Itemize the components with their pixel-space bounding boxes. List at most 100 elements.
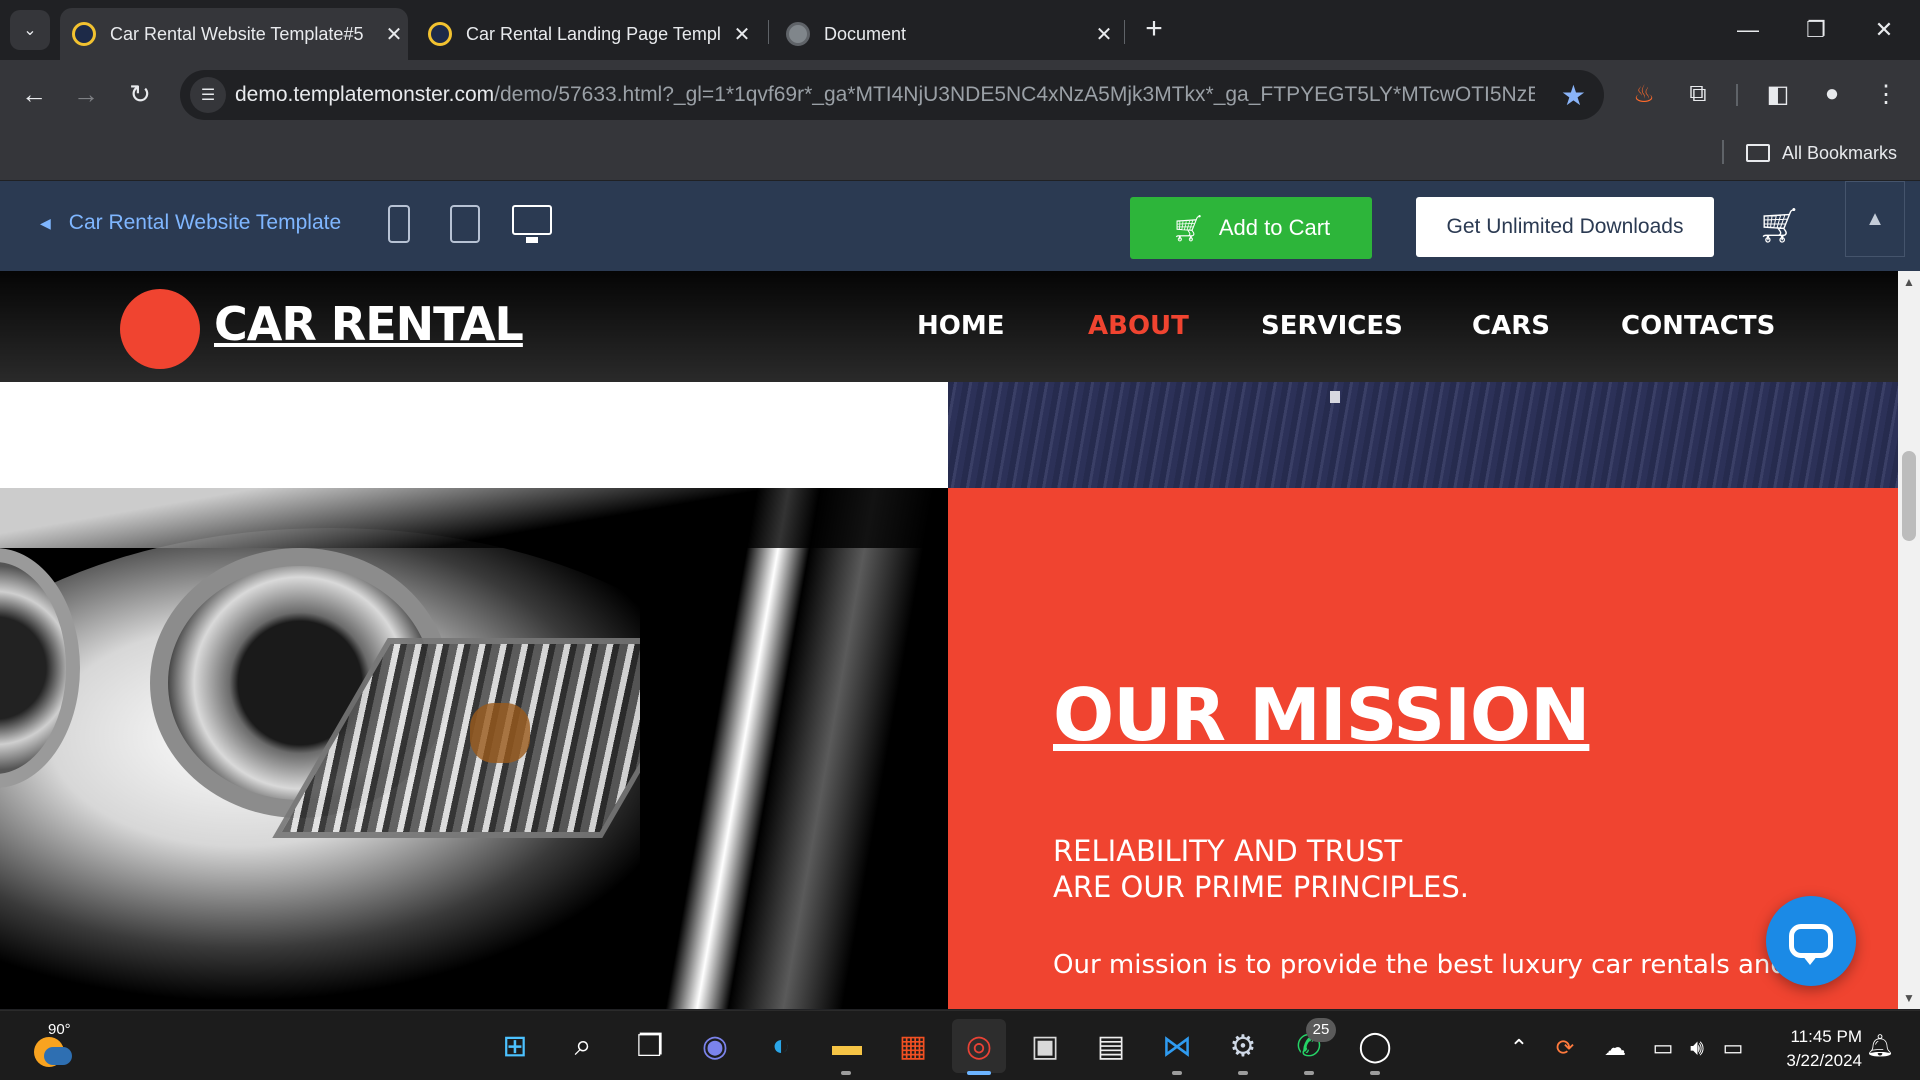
running-indicator bbox=[841, 1071, 851, 1075]
nav-cars[interactable]: CARS bbox=[1472, 311, 1550, 341]
close-window-icon[interactable]: ✕ bbox=[1850, 0, 1918, 60]
live-chat-button[interactable] bbox=[1766, 896, 1856, 986]
tab-strip: ⌄ Car Rental Website Template#5 ✕ Car Re… bbox=[0, 0, 1920, 60]
phone-view-icon[interactable] bbox=[388, 205, 410, 243]
restore-icon[interactable]: ❐ bbox=[1782, 0, 1850, 60]
shopping-cart-icon[interactable]: 🛒︎ bbox=[1756, 203, 1802, 249]
weather-temp: 90° bbox=[48, 1021, 71, 1038]
tab-title: Document bbox=[824, 23, 907, 44]
bookmark-star-icon[interactable]: ★ bbox=[1561, 79, 1586, 112]
system-clock[interactable]: 11:45 PM 3/22/2024 bbox=[1766, 1025, 1862, 1073]
car-headlight-photo bbox=[0, 488, 948, 1009]
amber-indicator bbox=[470, 703, 530, 763]
all-bookmarks-label: All Bookmarks bbox=[1782, 142, 1898, 163]
scroll-thumb[interactable] bbox=[1902, 451, 1916, 541]
nav-home[interactable]: HOME bbox=[917, 311, 1005, 341]
mission-subheading: RELIABILITY AND TRUST ARE OUR PRIME PRIN… bbox=[1053, 833, 1469, 905]
mission-subheading-line1: RELIABILITY AND TRUST bbox=[1053, 834, 1403, 868]
chevron-up-icon[interactable]: ⌃ bbox=[1504, 1033, 1534, 1063]
mission-subheading-line2: ARE OUR PRIME PRINCIPLES. bbox=[1053, 870, 1469, 904]
file-explorer-icon[interactable]: ▬ bbox=[820, 1019, 874, 1073]
url-path: /demo/57633.html?_gl=1*1qvf69r*_ga*MTI4N… bbox=[494, 83, 1535, 106]
chat-icon bbox=[1789, 924, 1833, 965]
clock-date: 3/22/2024 bbox=[1786, 1051, 1862, 1070]
flame-extension-icon[interactable]: ♨ bbox=[1624, 74, 1664, 114]
network-icon[interactable]: ▭ bbox=[1648, 1033, 1678, 1063]
site-logo[interactable]: CAR RENTAL bbox=[214, 297, 524, 351]
chrome-icon[interactable]: ◎ bbox=[952, 1019, 1006, 1073]
volume-icon[interactable]: 🔊︎ bbox=[1682, 1033, 1712, 1063]
mission-section: OUR MISSION RELIABILITY AND TRUST ARE OU… bbox=[948, 488, 1898, 1009]
running-indicator bbox=[1304, 1071, 1314, 1075]
nav-contacts[interactable]: CONTACTS bbox=[1621, 311, 1775, 341]
nav-services[interactable]: SERVICES bbox=[1261, 311, 1403, 341]
extensions-puzzle-icon[interactable]: ⧉ bbox=[1678, 74, 1718, 114]
notification-bell-icon[interactable]: 🔔︎ bbox=[1866, 1033, 1894, 1059]
bookmarks-bar: All Bookmarks bbox=[0, 128, 1920, 180]
url-text[interactable]: demo.templatemonster.com/demo/57633.html… bbox=[235, 83, 1535, 107]
car-top-sheen bbox=[0, 488, 948, 548]
nav-about[interactable]: ABOUT bbox=[1088, 311, 1189, 341]
cart-icon: 🛒︎ bbox=[1171, 212, 1205, 243]
forward-arrow-icon[interactable]: → bbox=[66, 74, 106, 114]
back-to-template-link[interactable]: ◀ Car Rental Website Template bbox=[40, 211, 341, 235]
tab-divider bbox=[1124, 20, 1125, 44]
close-icon[interactable]: ✕ bbox=[728, 22, 756, 47]
sync-icon[interactable]: ⟳ bbox=[1550, 1033, 1580, 1063]
site-info-icon[interactable]: ☰ bbox=[190, 77, 226, 113]
page-scrollbar[interactable]: ▲ ▼ bbox=[1898, 271, 1920, 1009]
templatemonster-favicon-icon bbox=[428, 22, 452, 46]
battery-icon[interactable]: ▭ bbox=[1718, 1033, 1748, 1063]
tab-title: Car Rental Website Template#5 bbox=[110, 23, 364, 44]
onedrive-cloud-icon[interactable]: ☁ bbox=[1600, 1033, 1630, 1063]
close-icon[interactable]: ✕ bbox=[380, 22, 408, 47]
tablet-view-icon[interactable] bbox=[450, 205, 480, 243]
vscode-icon[interactable]: ⋈ bbox=[1150, 1019, 1204, 1073]
fifa-game-icon[interactable]: ▤ bbox=[1084, 1019, 1138, 1073]
edge-icon[interactable]: ◐ bbox=[754, 1019, 808, 1073]
clock-time: 11:45 PM bbox=[1790, 1027, 1862, 1046]
scroll-up-arrow-icon[interactable]: ▲ bbox=[1898, 271, 1920, 293]
profile-avatar-icon[interactable]: ● bbox=[1812, 74, 1852, 114]
tab-document[interactable]: Document ✕ bbox=[774, 8, 1118, 60]
reload-icon[interactable]: ↻ bbox=[120, 74, 160, 114]
weather-widget[interactable]: 90° bbox=[30, 1021, 82, 1073]
desktop-view-icon[interactable] bbox=[512, 205, 552, 235]
windows-start-icon[interactable]: ⊞ bbox=[488, 1019, 542, 1073]
address-bar[interactable]: ☰ demo.templatemonster.com/demo/57633.ht… bbox=[180, 70, 1604, 120]
side-panel-icon[interactable]: ◧ bbox=[1758, 74, 1798, 114]
mission-body-text: Our mission is to provide the best luxur… bbox=[1053, 950, 1787, 980]
pes-game-icon[interactable]: ▣ bbox=[1018, 1019, 1072, 1073]
url-host: demo.templatemonster.com bbox=[235, 83, 495, 106]
task-view-icon[interactable]: ❐ bbox=[623, 1019, 677, 1073]
tab-title: Car Rental Landing Page Templ bbox=[466, 23, 721, 44]
suit-photo bbox=[948, 382, 1898, 488]
teams-chat-icon[interactable]: ◉ bbox=[688, 1019, 742, 1073]
all-bookmarks-button[interactable]: All Bookmarks bbox=[1746, 138, 1897, 168]
minimize-icon[interactable]: — bbox=[1714, 0, 1782, 60]
tab-car-rental-template[interactable]: Car Rental Website Template#5 ✕ bbox=[60, 8, 408, 60]
globe-icon bbox=[786, 22, 810, 46]
car-sheen bbox=[640, 488, 940, 1009]
kebab-menu-icon[interactable]: ⋮ bbox=[1866, 74, 1906, 114]
collapse-up-icon[interactable]: ▲ bbox=[1845, 181, 1905, 257]
running-indicator bbox=[1238, 1071, 1248, 1075]
templatemonster-favicon-icon bbox=[72, 22, 96, 46]
microsoft-store-icon[interactable]: ▦ bbox=[886, 1019, 940, 1073]
close-icon[interactable]: ✕ bbox=[1090, 22, 1118, 47]
back-arrow-icon[interactable]: ← bbox=[14, 74, 54, 114]
add-to-cart-button[interactable]: 🛒︎ Add to Cart bbox=[1130, 197, 1372, 259]
tab-car-rental-landing[interactable]: Car Rental Landing Page Templ ✕ bbox=[416, 8, 756, 60]
tab-search-button[interactable]: ⌄ bbox=[10, 10, 50, 50]
white-space bbox=[0, 382, 948, 488]
unlimited-downloads-button[interactable]: Get Unlimited Downloads bbox=[1416, 197, 1714, 257]
ring-app-icon[interactable]: ◯ bbox=[1348, 1019, 1402, 1073]
new-tab-button[interactable]: + bbox=[1136, 12, 1172, 48]
whatsapp-unread-badge: 25 bbox=[1306, 1018, 1336, 1042]
logo-circle bbox=[120, 289, 200, 369]
search-icon[interactable]: ⌕ bbox=[556, 1019, 610, 1073]
scroll-down-arrow-icon[interactable]: ▼ bbox=[1898, 987, 1920, 1009]
add-to-cart-label: Add to Cart bbox=[1218, 215, 1331, 240]
preview-bar: ◀ Car Rental Website Template 🛒︎ Add to … bbox=[0, 181, 1920, 271]
steam-icon[interactable]: ⚙ bbox=[1216, 1019, 1270, 1073]
